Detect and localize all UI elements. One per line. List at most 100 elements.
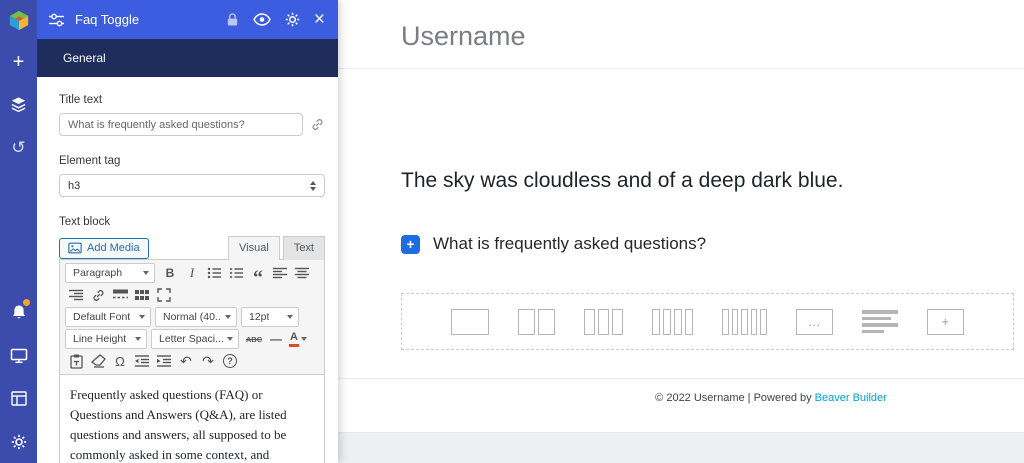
editor-tab-visual[interactable]: Visual: [228, 236, 280, 260]
font-size-select[interactable]: 12pt: [241, 307, 299, 327]
column-option-5[interactable]: [722, 309, 767, 335]
add-row-button[interactable]: +: [927, 309, 964, 335]
align-center-button[interactable]: [291, 263, 313, 283]
plus-icon: +: [13, 52, 25, 72]
copyright-text: © 2022 Username | Powered by: [655, 392, 812, 404]
letter-spacing-select[interactable]: Letter Spaci...: [151, 329, 239, 349]
lock-icon: [226, 12, 239, 27]
column-option-2[interactable]: [518, 309, 555, 335]
tab-general[interactable]: General: [63, 51, 106, 65]
undo-icon: ↺: [11, 139, 25, 156]
beaver-builder-logo-icon: [8, 9, 30, 31]
help-button[interactable]: ?: [219, 351, 241, 371]
element-tag-value: h3: [68, 180, 80, 192]
eraser-icon: [91, 354, 106, 368]
fullscreen-button[interactable]: [153, 285, 175, 305]
gear-icon: [285, 12, 300, 27]
redo-button[interactable]: ↷: [197, 351, 219, 371]
increase-indent-button[interactable]: [153, 351, 175, 371]
notification-badge: [23, 299, 30, 306]
numbered-list-button[interactable]: [225, 263, 247, 283]
bullet-list-icon: [207, 266, 222, 280]
blockquote-button[interactable]: “: [247, 263, 269, 283]
decrease-indent-button[interactable]: [131, 351, 153, 371]
media-icon: [68, 242, 82, 254]
gear-icon: [11, 434, 27, 450]
row-insert-bar: … +: [401, 293, 1014, 350]
align-right-icon: [69, 289, 83, 301]
page-title: Username: [401, 21, 1024, 52]
plus-icon: +: [406, 236, 414, 252]
eye-icon: [253, 13, 271, 26]
bell-icon: [11, 304, 27, 321]
ellipsis-icon: …: [808, 314, 821, 329]
column-option-4[interactable]: [652, 309, 693, 335]
text-editor-module[interactable]: The sky was cloudless and of a deep dark…: [401, 169, 1014, 193]
module-settings-panel: Faq Toggle: [37, 0, 338, 463]
responsive-preview-button[interactable]: [0, 334, 37, 377]
rows-layout-button[interactable]: [862, 310, 898, 333]
panel-body: Title text Element tag h3: [37, 77, 338, 463]
page-content: The sky was cloudless and of a deep dark…: [338, 69, 1024, 350]
notifications-button[interactable]: [0, 291, 37, 334]
clipboard-icon: [70, 354, 83, 369]
close-panel-button[interactable]: ×: [314, 10, 325, 29]
faq-expand-button[interactable]: +: [401, 235, 420, 254]
editor-toolbar: Paragraph B I: [59, 259, 325, 375]
faq-question-text: What is frequently asked questions?: [433, 234, 706, 254]
panel-title: Faq Toggle: [75, 12, 226, 27]
field-element-tag: Element tag h3: [59, 155, 325, 197]
beaver-builder-logo[interactable]: [0, 0, 37, 40]
italic-button[interactable]: I: [181, 263, 203, 283]
toolbar-toggle-button[interactable]: [131, 285, 153, 305]
field-connection-icon[interactable]: [303, 117, 325, 132]
insert-link-button[interactable]: [87, 285, 109, 305]
paste-as-text-button[interactable]: [65, 351, 87, 371]
panel-tabbar: General: [37, 39, 338, 77]
page-preview: Username The sky was cloudless and of a …: [338, 0, 1024, 463]
clear-formatting-button[interactable]: [87, 351, 109, 371]
text-block-label: Text block: [59, 216, 325, 228]
text-color-button[interactable]: A: [287, 329, 309, 349]
horizontal-rule-button[interactable]: —: [265, 329, 287, 349]
templates-button[interactable]: [0, 377, 37, 420]
site-footer: © 2022 Username | Powered byBeaver Build…: [338, 378, 1024, 416]
align-right-button[interactable]: [65, 285, 87, 305]
column-option-3[interactable]: [584, 309, 623, 335]
more-tag-icon: [113, 289, 128, 301]
add-content-button[interactable]: +: [0, 40, 37, 83]
align-left-button[interactable]: [269, 263, 291, 283]
title-text-input[interactable]: [59, 113, 303, 136]
add-media-button[interactable]: Add Media: [59, 238, 149, 259]
preview-toggle-button[interactable]: [253, 13, 271, 26]
template-layout-icon: [11, 391, 27, 406]
plus-icon: +: [941, 314, 949, 329]
layers-button[interactable]: [0, 83, 37, 126]
element-tag-select[interactable]: h3: [59, 174, 325, 197]
bullet-list-button[interactable]: [203, 263, 225, 283]
more-tag-button[interactable]: [109, 285, 131, 305]
page-bottom-strip: [338, 432, 1024, 463]
editor-tab-text[interactable]: Text: [283, 236, 325, 260]
bold-button[interactable]: B: [159, 263, 181, 283]
faq-toggle-module[interactable]: + What is frequently asked questions?: [401, 234, 1014, 254]
page-header: Username: [338, 0, 1024, 69]
paragraph-format-select[interactable]: Paragraph: [65, 263, 155, 283]
editor-content-area[interactable]: Frequently asked questions (FAQ) or Ques…: [59, 375, 325, 463]
global-settings-button[interactable]: [0, 420, 37, 463]
beaver-builder-link[interactable]: Beaver Builder: [815, 392, 887, 404]
line-height-select[interactable]: Line Height: [65, 329, 147, 349]
title-text-label: Title text: [59, 94, 325, 106]
lock-button[interactable]: [226, 12, 239, 27]
strikethrough-button[interactable]: ABC: [243, 329, 265, 349]
builder-rail: + ↺: [0, 0, 37, 463]
column-option-1[interactable]: [451, 309, 489, 335]
font-weight-select[interactable]: Normal (40...: [155, 307, 237, 327]
undo-history-button[interactable]: ↺: [0, 126, 37, 169]
font-family-select[interactable]: Default Font: [65, 307, 151, 327]
undo-button[interactable]: ↶: [175, 351, 197, 371]
panel-settings-button[interactable]: [285, 12, 300, 27]
close-icon: ×: [314, 10, 325, 29]
more-layouts-button[interactable]: …: [796, 309, 833, 335]
special-character-button[interactable]: Ω: [109, 351, 131, 371]
